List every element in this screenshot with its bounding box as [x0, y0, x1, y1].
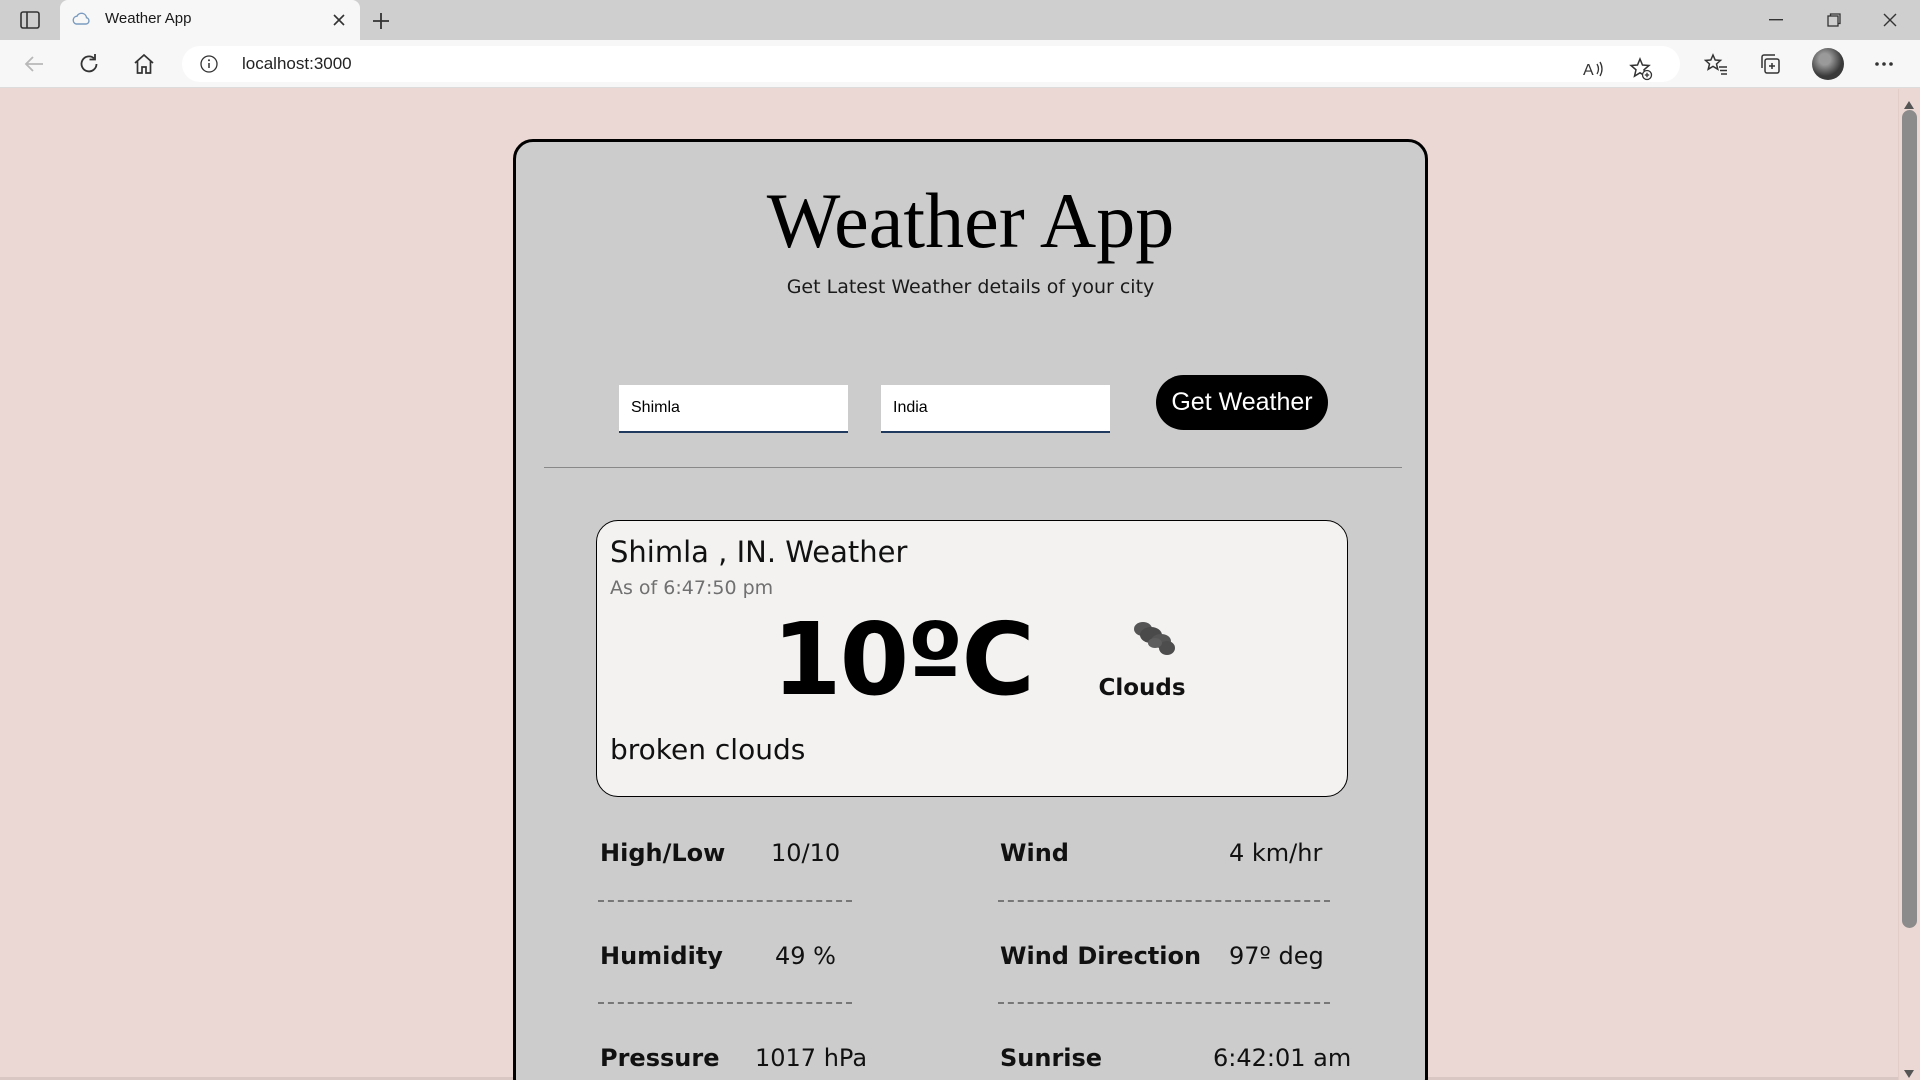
- minimize-icon[interactable]: [1748, 0, 1804, 40]
- humidity-label: Humidity: [600, 942, 723, 970]
- location-heading: Shimla , IN. Weather: [610, 535, 908, 569]
- add-favorite-icon[interactable]: [1626, 54, 1656, 84]
- wind-label: Wind: [1000, 839, 1069, 867]
- row-divider: [998, 900, 1330, 902]
- refresh-icon[interactable]: [73, 48, 105, 80]
- row-divider: [998, 1002, 1330, 1004]
- address-bar: localhost:3000 A: [0, 40, 1920, 88]
- wind-value: 4 km/hr: [1229, 839, 1323, 867]
- browser-tab[interactable]: Weather App: [60, 0, 360, 40]
- row-divider: [598, 1002, 852, 1004]
- collections-icon[interactable]: [1754, 48, 1786, 80]
- weather-favicon-icon: [72, 12, 90, 28]
- wind-direction-value: 97º deg: [1229, 942, 1324, 970]
- country-input[interactable]: [881, 385, 1110, 433]
- updated-time: As of 6:47:50 pm: [610, 577, 774, 599]
- clouds-icon: [1121, 617, 1181, 663]
- current-weather-panel: Shimla , IN. Weather As of 6:47:50 pm 10…: [596, 520, 1348, 797]
- weather-app-card: Weather App Get Latest Weather details o…: [513, 139, 1428, 1080]
- pressure-label: Pressure: [600, 1044, 720, 1072]
- sunrise-value: 6:42:01 am: [1213, 1044, 1352, 1072]
- url-text[interactable]: localhost:3000: [242, 54, 352, 74]
- tab-bar: Weather App: [0, 0, 1920, 40]
- get-weather-button[interactable]: Get Weather: [1156, 375, 1328, 430]
- site-info-icon[interactable]: [200, 55, 218, 73]
- app-title: Weather App: [766, 177, 1175, 264]
- tab-title: Weather App: [105, 10, 192, 27]
- pressure-value: 1017 hPa: [755, 1044, 868, 1072]
- temperature: 10ºC: [772, 601, 1035, 718]
- city-input[interactable]: [619, 385, 848, 433]
- back-arrow-icon[interactable]: [18, 48, 50, 80]
- profile-avatar[interactable]: [1812, 48, 1844, 80]
- tab-actions-icon[interactable]: [18, 8, 42, 32]
- tab-close-icon[interactable]: [328, 9, 350, 31]
- scrollbar-thumb[interactable]: [1902, 110, 1917, 928]
- home-icon[interactable]: [128, 48, 160, 80]
- wind-direction-label: Wind Direction: [1000, 942, 1202, 970]
- more-options-icon[interactable]: [1868, 48, 1900, 80]
- row-divider: [598, 900, 852, 902]
- new-tab-icon[interactable]: [368, 8, 394, 34]
- scroll-up-arrow-icon[interactable]: [1904, 94, 1914, 109]
- divider: [544, 467, 1402, 468]
- favorites-icon[interactable]: [1700, 48, 1732, 80]
- scroll-down-arrow-icon[interactable]: [1904, 1063, 1914, 1078]
- weather-condition: Clouds: [1098, 675, 1186, 701]
- weather-description: broken clouds: [610, 733, 806, 766]
- humidity-value: 49 %: [775, 942, 836, 970]
- close-window-icon[interactable]: [1862, 0, 1918, 40]
- high-low-label: High/Low: [600, 839, 726, 867]
- high-low-value: 10/10: [771, 839, 841, 867]
- sunrise-label: Sunrise: [1000, 1044, 1103, 1072]
- url-bar[interactable]: localhost:3000 A: [182, 46, 1680, 82]
- read-aloud-icon[interactable]: A: [1579, 54, 1609, 84]
- app-subtitle: Get Latest Weather details of your city: [786, 276, 1155, 298]
- restore-icon[interactable]: [1806, 0, 1862, 40]
- svg-text:A: A: [1583, 62, 1594, 78]
